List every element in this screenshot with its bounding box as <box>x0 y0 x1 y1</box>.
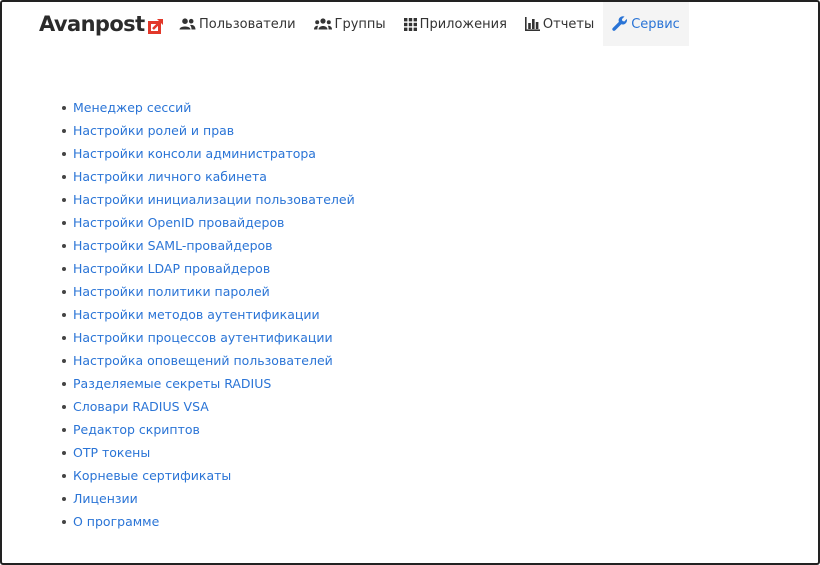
service-menu-link[interactable]: Настройки методов аутентификации <box>73 307 320 322</box>
nav-item-users[interactable]: Пользователи <box>170 2 305 46</box>
service-menu-item: Настройки консоли администратора <box>50 142 355 165</box>
brand-logo[interactable]: Avanpost <box>39 12 164 36</box>
service-menu-item: Настройки процессов аутентификации <box>50 326 355 349</box>
service-menu-link[interactable]: Словари RADIUS VSA <box>73 399 209 414</box>
service-menu-item: Разделяемые секреты RADIUS <box>50 372 355 395</box>
wrench-icon <box>612 16 628 32</box>
logo-mark-icon <box>147 16 164 34</box>
users-icon <box>179 18 196 30</box>
top-navbar: Avanpost Пользователи Группы Приложения … <box>2 2 818 48</box>
service-menu-link[interactable]: Настройки политики паролей <box>73 284 270 299</box>
bullet-icon <box>62 267 66 271</box>
app-window: Avanpost Пользователи Группы Приложения … <box>0 0 820 565</box>
service-menu-item: Лицензии <box>50 487 355 510</box>
bullet-icon <box>62 359 66 363</box>
bullet-icon <box>62 175 66 179</box>
service-menu-list: Менеджер сессий Настройки ролей и прав Нас… <box>50 96 355 533</box>
bullet-icon <box>62 336 66 340</box>
bullet-icon <box>62 474 66 478</box>
service-menu-link[interactable]: Редактор скриптов <box>73 422 200 437</box>
service-menu-item: Настройки ролей и прав <box>50 119 355 142</box>
service-menu-link[interactable]: Настройки консоли администратора <box>73 146 316 161</box>
service-menu-item: Настройки SAML-провайдеров <box>50 234 355 257</box>
service-menu-item: Настройки личного кабинета <box>50 165 355 188</box>
service-menu-link[interactable]: Настройки личного кабинета <box>73 169 267 184</box>
service-menu-item: О программе <box>50 510 355 533</box>
brand-name: Avanpost <box>39 12 145 36</box>
apps-grid-icon <box>403 17 417 31</box>
groups-icon <box>313 18 332 30</box>
service-menu-link[interactable]: Настройки процессов аутентификации <box>73 330 333 345</box>
service-menu-item: Настройки методов аутентификации <box>50 303 355 326</box>
bullet-icon <box>62 221 66 225</box>
bullet-icon <box>62 244 66 248</box>
nav-label-groups: Группы <box>334 16 386 32</box>
service-menu-link[interactable]: Настройки инициализации пользователей <box>73 192 355 207</box>
nav-label-service: Сервис <box>631 16 680 32</box>
bullet-icon <box>62 290 66 294</box>
nav-label-reports: Отчеты <box>542 16 595 32</box>
bullet-icon <box>62 520 66 524</box>
service-menu-link[interactable]: Менеджер сессий <box>73 100 191 115</box>
nav-label-users: Пользователи <box>199 16 296 32</box>
bullet-icon <box>62 198 66 202</box>
service-menu-link[interactable]: Настройка оповещений пользователей <box>73 353 333 368</box>
service-menu-link[interactable]: Корневые сертификаты <box>73 468 231 483</box>
nav-item-apps[interactable]: Приложения <box>395 2 516 46</box>
bullet-icon <box>62 497 66 501</box>
bullet-icon <box>62 428 66 432</box>
service-menu-item: Менеджер сессий <box>50 96 355 119</box>
service-menu-item: Настройки OpenID провайдеров <box>50 211 355 234</box>
nav-item-groups[interactable]: Группы <box>305 2 395 46</box>
service-menu-link[interactable]: Лицензии <box>73 491 138 506</box>
service-menu-link[interactable]: Настройки OpenID провайдеров <box>73 215 284 230</box>
nav-item-reports[interactable]: Отчеты <box>516 2 603 46</box>
service-menu-item: Настройки инициализации пользователей <box>50 188 355 211</box>
service-menu-item: Корневые сертификаты <box>50 464 355 487</box>
service-menu-item: OTP токены <box>50 441 355 464</box>
service-menu-link[interactable]: Настройки SAML-провайдеров <box>73 238 273 253</box>
nav-item-service[interactable]: Сервис <box>603 2 689 46</box>
bullet-icon <box>62 313 66 317</box>
bullet-icon <box>62 129 66 133</box>
bullet-icon <box>62 405 66 409</box>
service-menu-item: Словари RADIUS VSA <box>50 395 355 418</box>
service-menu-item: Настройка оповещений пользователей <box>50 349 355 372</box>
service-menu-link[interactable]: Разделяемые секреты RADIUS <box>73 376 271 391</box>
service-menu-link[interactable]: OTP токены <box>73 445 150 460</box>
service-menu-item: Настройки LDAP провайдеров <box>50 257 355 280</box>
nav-label-apps: Приложения <box>419 16 507 32</box>
service-menu-item: Редактор скриптов <box>50 418 355 441</box>
bullet-icon <box>62 106 66 110</box>
bullet-icon <box>62 382 66 386</box>
bullet-icon <box>62 152 66 156</box>
bar-chart-icon <box>524 17 540 31</box>
service-menu-item: Настройки политики паролей <box>50 280 355 303</box>
service-menu-link[interactable]: О программе <box>73 514 159 529</box>
service-content: Менеджер сессий Настройки ролей и прав Нас… <box>50 96 355 533</box>
main-nav: Пользователи Группы Приложения Отчеты Се… <box>170 2 689 46</box>
service-menu-link[interactable]: Настройки ролей и прав <box>73 123 234 138</box>
service-menu-link[interactable]: Настройки LDAP провайдеров <box>73 261 270 276</box>
bullet-icon <box>62 451 66 455</box>
